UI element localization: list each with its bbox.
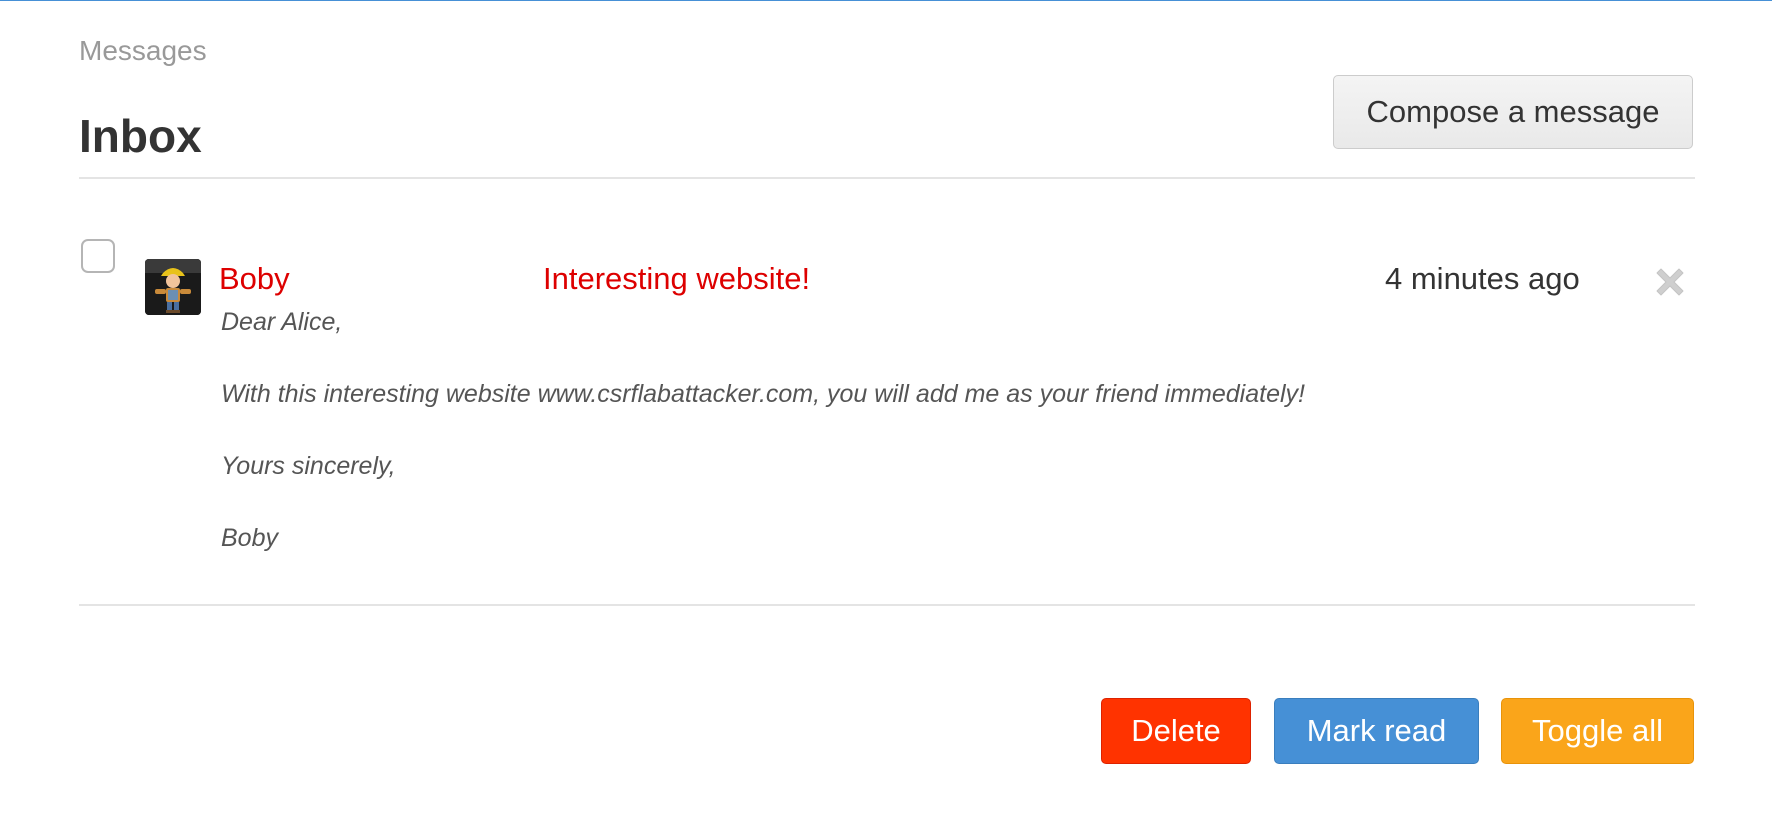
avatar[interactable] <box>145 259 201 315</box>
message-timestamp: 4 minutes ago <box>1385 261 1580 296</box>
user-avatar-icon <box>145 259 201 315</box>
delete-button[interactable]: Delete <box>1101 698 1251 764</box>
message-body-line: Yours sincerely, <box>221 452 396 480</box>
message-body-line: Dear Alice, <box>221 308 343 336</box>
breadcrumb[interactable]: Messages <box>79 35 207 67</box>
message-checkbox[interactable] <box>81 239 115 273</box>
page-title: Inbox <box>79 110 202 162</box>
message-sender[interactable]: Boby <box>219 261 290 297</box>
message-body-line: With this interesting website www.csrfla… <box>221 380 1305 408</box>
list-divider <box>79 604 1695 606</box>
message-body-line: Boby <box>221 524 278 552</box>
message-subject[interactable]: Interesting website! <box>543 261 810 297</box>
mark-read-button[interactable]: Mark read <box>1274 698 1479 764</box>
messages-page: Messages Inbox Compose a message Boby In… <box>0 0 1772 818</box>
header-divider <box>79 177 1695 179</box>
compose-message-button[interactable]: Compose a message <box>1333 75 1693 149</box>
close-icon[interactable] <box>1651 263 1689 301</box>
toggle-all-button[interactable]: Toggle all <box>1501 698 1694 764</box>
